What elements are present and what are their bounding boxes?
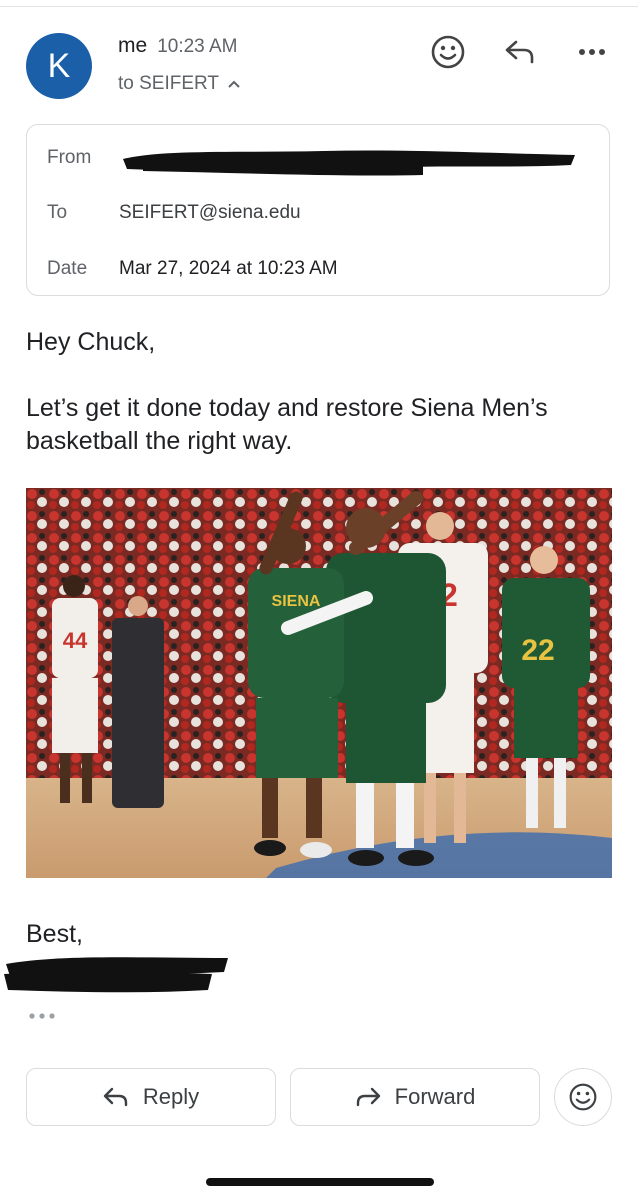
sender-name: me	[118, 34, 148, 57]
more-horizontal-icon	[29, 1013, 55, 1019]
emoji-reaction-footer-button[interactable]	[554, 1068, 612, 1126]
message-time: 10:23 AM	[157, 36, 238, 57]
from-label: From	[47, 147, 92, 168]
date-label: Date	[47, 258, 88, 279]
more-options-button[interactable]	[570, 30, 614, 74]
forward-icon	[356, 1087, 380, 1107]
forward-button[interactable]: Forward	[290, 1068, 540, 1126]
emoji-icon	[569, 1083, 597, 1111]
siena-wordmark: SIENA	[272, 593, 321, 610]
recipients-summary: to SEIFERT	[118, 73, 220, 94]
top-divider	[0, 0, 638, 7]
body-line-2: basketball the right way.	[26, 427, 293, 455]
to-address[interactable]: SEIFERT@siena.edu	[119, 202, 301, 224]
inline-photo[interactable]: 44 32 22	[26, 488, 612, 878]
from-row: From	[47, 147, 119, 169]
date-row: Date Mar 27, 2024 at 10:23 AM	[47, 258, 338, 280]
from-redaction	[123, 150, 575, 176]
reply-header-button[interactable]	[498, 30, 542, 74]
date-value: Mar 27, 2024 at 10:23 AM	[119, 258, 338, 279]
basketball-celebration-image: 44 32 22	[26, 488, 612, 878]
avatar-letter: K	[47, 46, 71, 85]
to-row: To SEIFERT@siena.edu	[47, 202, 301, 224]
reply-icon	[103, 1087, 128, 1107]
reply-button-label: Reply	[142, 1084, 200, 1109]
greeting: Hey Chuck,	[26, 328, 156, 356]
jersey-22: 22	[521, 634, 554, 667]
emoji-icon	[431, 35, 465, 69]
more-icon	[579, 49, 605, 55]
sender-line: me 10:23 AM	[118, 34, 237, 58]
body-line-1: Let’s get it done today and restore Sien…	[26, 394, 548, 422]
show-trimmed-content-button[interactable]	[28, 1000, 56, 1026]
emoji-reaction-button[interactable]	[426, 30, 470, 74]
jersey-44: 44	[63, 628, 88, 653]
message-details-card: From To SEIFERT@siena.edu Date Mar 27, 2…	[26, 124, 610, 296]
signoff: Best,	[26, 920, 83, 948]
referee	[112, 596, 164, 808]
home-indicator[interactable]	[206, 1178, 434, 1186]
to-label: To	[47, 202, 68, 223]
recipients-toggle[interactable]: to SEIFERT	[118, 73, 241, 95]
reply-button[interactable]: Reply	[26, 1068, 276, 1126]
avatar[interactable]: K	[26, 33, 92, 99]
chevron-up-icon	[228, 80, 240, 88]
reply-icon	[505, 40, 534, 64]
signature-redaction	[4, 957, 228, 993]
forward-button-label: Forward	[394, 1084, 476, 1109]
